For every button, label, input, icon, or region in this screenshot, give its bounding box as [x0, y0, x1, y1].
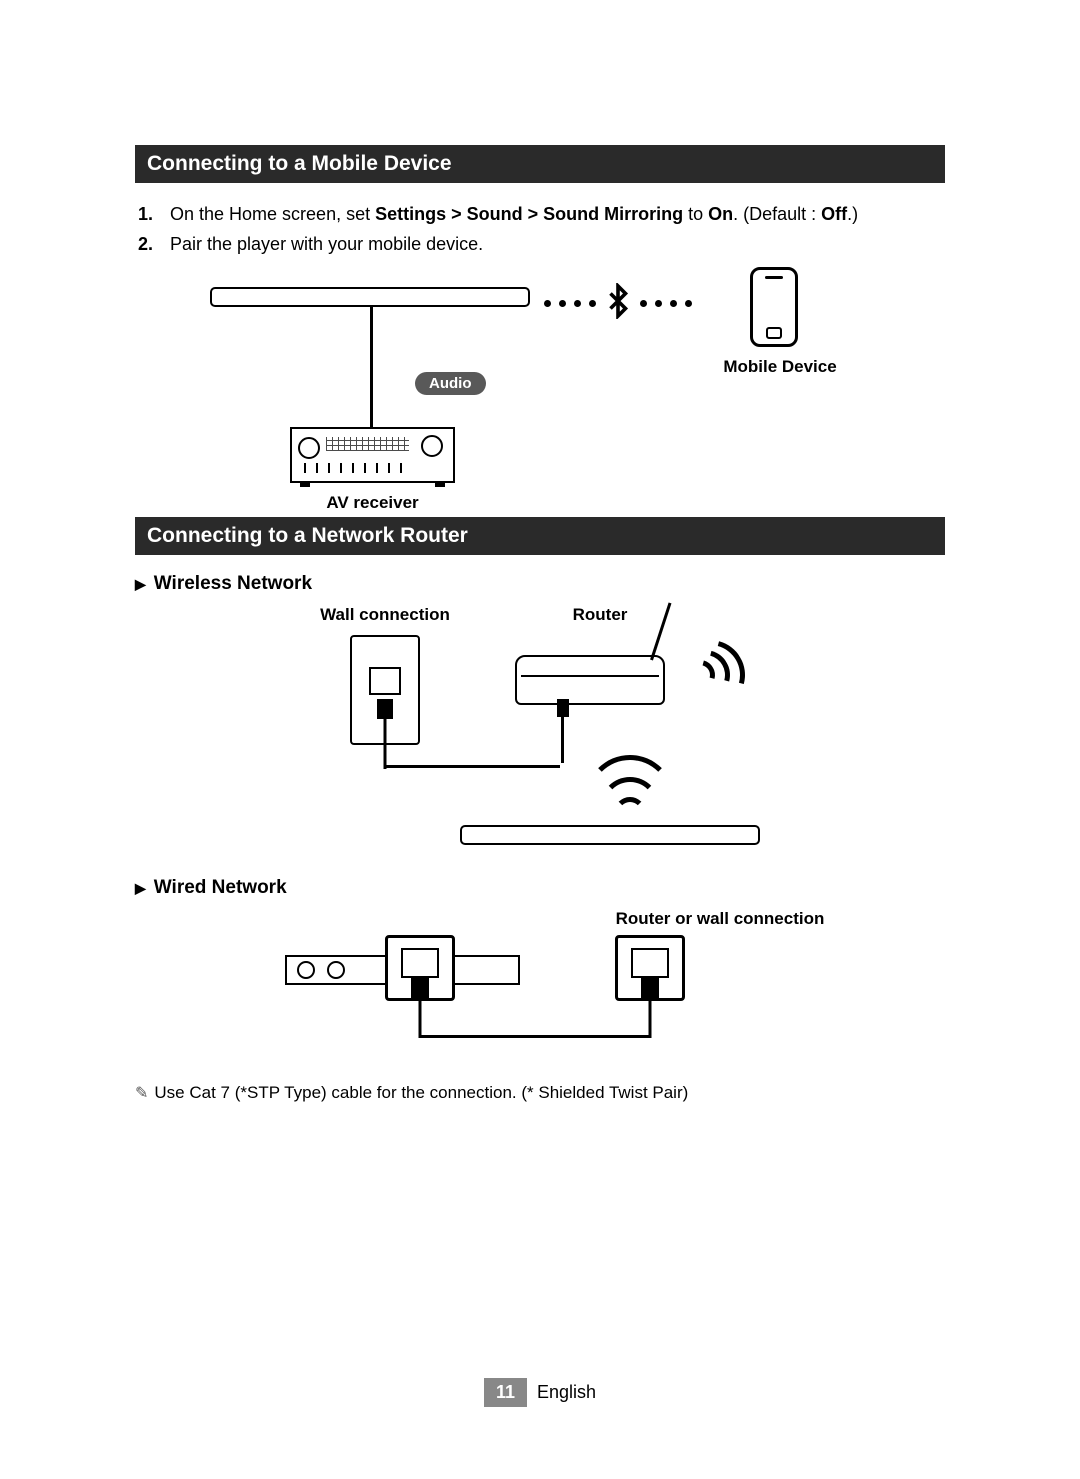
page-language: English	[537, 1382, 596, 1402]
instruction-step-2: Pair the player with your mobile device.	[160, 231, 945, 257]
instruction-list: On the Home screen, set Settings > Sound…	[135, 201, 945, 257]
cable-icon	[419, 1035, 649, 1038]
label-mobile-device: Mobile Device	[710, 357, 850, 377]
player-device-icon	[460, 825, 760, 845]
subheading-wireless: Wireless Network	[135, 573, 945, 595]
wall-ethernet-icon	[615, 935, 685, 1001]
av-receiver-icon	[290, 427, 455, 483]
note-cable: Use Cat 7 (*STP Type) cable for the conn…	[135, 1083, 945, 1103]
cable-icon	[385, 765, 560, 768]
value-off: Off	[821, 204, 847, 224]
text: On the Home screen, set	[170, 204, 375, 224]
text: Wired Network	[154, 877, 287, 898]
page-footer: 11 English	[0, 1378, 1080, 1407]
text: to	[683, 204, 708, 224]
page-number: 11	[484, 1378, 527, 1407]
diagram-wireless: Wall connection Router	[195, 605, 935, 865]
section-title-mobile: Connecting to a Mobile Device	[135, 145, 945, 183]
router-icon	[515, 655, 665, 705]
label-av-receiver: AV receiver	[290, 493, 455, 513]
diagram-wired	[195, 935, 935, 1065]
bluetooth-icon	[600, 283, 636, 324]
wall-outlet-icon	[350, 635, 420, 745]
label-router-or-wall: Router or wall connection	[605, 909, 835, 929]
section-title-router: Connecting to a Network Router	[135, 517, 945, 555]
triangle-icon	[135, 877, 154, 898]
text: . (Default :	[733, 204, 821, 224]
pill-audio: Audio	[415, 372, 486, 395]
cable-line-icon	[370, 307, 373, 427]
label-wall-connection: Wall connection	[305, 605, 465, 625]
subheading-wired: Wired Network	[135, 877, 945, 899]
label-router: Router	[545, 605, 655, 625]
note-icon	[135, 1083, 154, 1102]
note-text: Use Cat 7 (*STP Type) cable for the conn…	[154, 1083, 688, 1102]
phone-icon	[750, 267, 798, 347]
ethernet-port-icon	[385, 935, 455, 1001]
value-on: On	[708, 204, 733, 224]
text: Wireless Network	[154, 573, 312, 594]
bluetooth-link-icon	[540, 283, 696, 324]
instruction-step-1: On the Home screen, set Settings > Sound…	[160, 201, 945, 227]
player-device-icon	[210, 287, 530, 307]
diagram-mobile-connection: Mobile Device Audio AV receiver	[210, 277, 950, 517]
menu-path: Settings > Sound > Sound Mirroring	[375, 204, 683, 224]
text: .)	[847, 204, 858, 224]
triangle-icon	[135, 573, 154, 594]
